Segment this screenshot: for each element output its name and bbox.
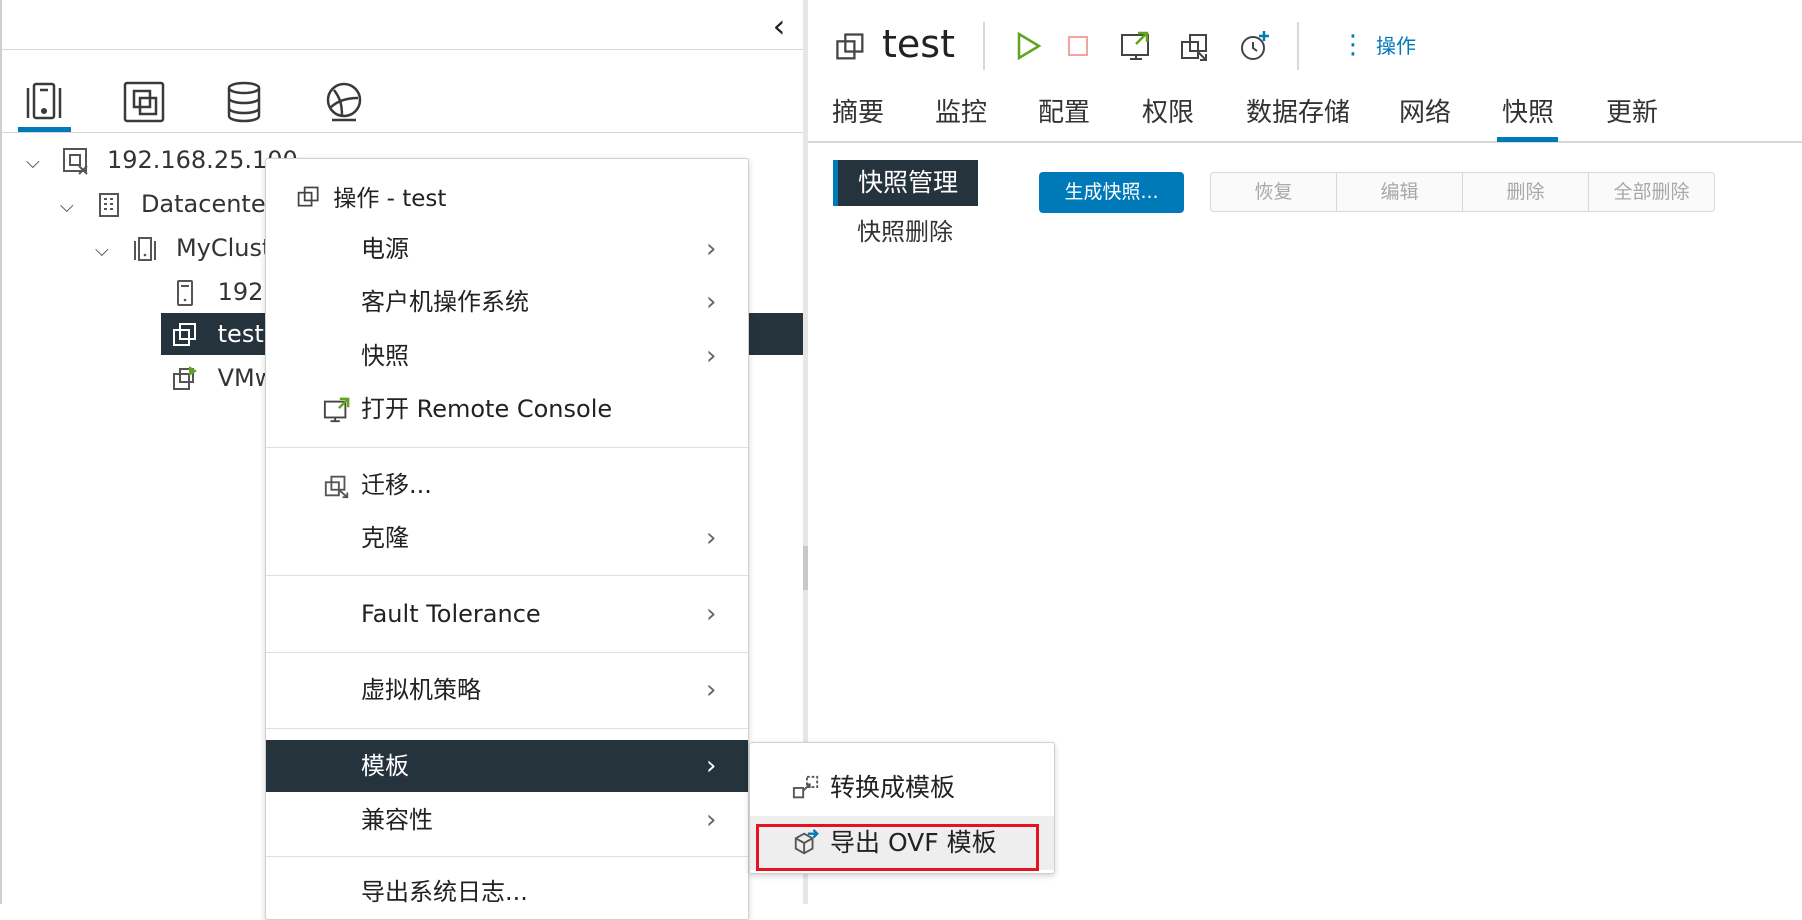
chevron-down-icon[interactable]: ⌵ bbox=[95, 240, 109, 261]
menu-item-label: 模板 bbox=[361, 752, 409, 780]
host-icon bbox=[177, 280, 193, 306]
context-menu: 操作 - test 电源 › 客户机操作系统 › 快照 › 打开 Remote … bbox=[265, 158, 749, 920]
vcenter-icon bbox=[63, 148, 89, 175]
active-tab-indicator bbox=[1497, 137, 1558, 142]
tab-datastores[interactable]: 数据存储 bbox=[1246, 92, 1350, 142]
cluster-icon bbox=[134, 237, 157, 261]
tab-snapshots[interactable]: 快照 bbox=[1502, 92, 1554, 142]
delete-button[interactable]: 删除 bbox=[1463, 173, 1589, 211]
remote-console-icon bbox=[323, 397, 350, 423]
menu-item-label: 虚拟机策略 bbox=[361, 676, 481, 704]
menu-item-label: 电源 bbox=[361, 235, 409, 263]
menu-item-label: Fault Tolerance bbox=[361, 600, 541, 628]
migrate-icon[interactable] bbox=[1178, 28, 1214, 64]
menu-item-snapshots[interactable]: 快照 › bbox=[266, 330, 748, 382]
menu-item-clone[interactable]: 克隆 › bbox=[266, 512, 748, 564]
tab-permissions[interactable]: 权限 bbox=[1142, 92, 1194, 142]
power-off-icon[interactable] bbox=[1060, 28, 1096, 64]
vm-running-icon bbox=[173, 366, 197, 390]
chevron-right-icon: › bbox=[706, 523, 717, 553]
tab-monitor[interactable]: 监控 bbox=[935, 92, 987, 142]
chevron-right-icon: › bbox=[706, 805, 717, 835]
menu-item-label: 导出系统日志... bbox=[361, 878, 528, 904]
delete-all-button[interactable]: 全部删除 bbox=[1589, 173, 1714, 211]
tab-updates[interactable]: 更新 bbox=[1606, 92, 1658, 142]
menu-separator bbox=[266, 652, 748, 653]
tree-node-vm-vmw[interactable]: VMw bbox=[170, 358, 274, 398]
menu-item-remote-console[interactable]: 打开 Remote Console bbox=[266, 383, 748, 435]
menu-item-template[interactable]: 模板 › bbox=[266, 740, 748, 792]
vm-icon bbox=[173, 323, 196, 346]
sidebar-top-divider bbox=[2, 49, 803, 50]
chevron-right-icon: › bbox=[706, 234, 717, 264]
submenu-item-label: 转换成模板 bbox=[830, 773, 956, 802]
context-menu-title: 操作 - test bbox=[333, 186, 447, 212]
menu-item-label: 兼容性 bbox=[361, 806, 433, 834]
menu-separator bbox=[266, 575, 748, 576]
chevron-right-icon: › bbox=[706, 341, 717, 371]
menu-item-vm-policies[interactable]: 虚拟机策略 › bbox=[266, 664, 748, 716]
toolbar-separator bbox=[983, 22, 985, 70]
tree-label: test bbox=[217, 320, 264, 348]
chevron-right-icon: › bbox=[706, 751, 717, 781]
menu-item-power[interactable]: 电源 › bbox=[266, 223, 748, 275]
chevron-down-icon[interactable]: ⌵ bbox=[26, 152, 40, 173]
tree-node-datacenter[interactable]: ⌵ Datacenter bbox=[60, 184, 275, 224]
splitter-handle[interactable] bbox=[803, 546, 808, 590]
vm-icon bbox=[297, 186, 319, 207]
menu-item-label: 快照 bbox=[361, 342, 409, 370]
highlight-annotation-box bbox=[756, 824, 1039, 871]
context-menu-header: 操作 - test bbox=[296, 179, 446, 213]
snapshot-deletion-nav[interactable]: 快照删除 bbox=[857, 212, 953, 247]
tree-node-vm-test[interactable]: test bbox=[170, 314, 264, 354]
tab-networks[interactable]: 网络 bbox=[1399, 92, 1451, 142]
network-icon[interactable] bbox=[320, 78, 368, 126]
snapshot-management-nav[interactable]: 快照管理 bbox=[833, 160, 978, 206]
tab-summary[interactable]: 摘要 bbox=[832, 92, 884, 142]
menu-item-label: 克隆 bbox=[361, 524, 409, 552]
menu-item-label: 迁移... bbox=[361, 471, 432, 499]
menu-item-guest-os[interactable]: 客户机操作系统 › bbox=[266, 276, 748, 328]
take-snapshot-icon[interactable] bbox=[1237, 28, 1273, 64]
hosts-clusters-icon[interactable] bbox=[20, 78, 68, 126]
menu-item-fault-tolerance[interactable]: Fault Tolerance › bbox=[266, 588, 748, 640]
snapshot-button-group: 恢复 编辑 删除 全部删除 bbox=[1210, 172, 1715, 212]
storage-icon[interactable] bbox=[220, 78, 268, 126]
tabs-divider bbox=[808, 141, 1802, 143]
chevron-down-icon[interactable]: ⌵ bbox=[60, 196, 74, 217]
tab-configure[interactable]: 配置 bbox=[1038, 92, 1090, 142]
convert-template-icon bbox=[792, 775, 819, 799]
vm-header-icon bbox=[834, 30, 868, 64]
vms-templates-icon[interactable] bbox=[120, 78, 168, 126]
chevron-right-icon: › bbox=[706, 287, 717, 317]
collapse-sidebar-icon[interactable]: ‹ bbox=[764, 8, 794, 44]
tree-node-vcenter[interactable]: ⌵ 192.168.25.100 bbox=[26, 140, 298, 180]
menu-item-migrate[interactable]: 迁移... bbox=[266, 459, 748, 511]
menu-separator bbox=[266, 728, 748, 729]
menu-separator bbox=[266, 447, 748, 448]
toolbar-separator bbox=[1297, 22, 1299, 70]
menu-item-compatibility[interactable]: 兼容性 › bbox=[266, 794, 748, 846]
chevron-right-icon: › bbox=[706, 599, 717, 629]
take-snapshot-button[interactable]: 生成快照... bbox=[1039, 172, 1184, 213]
vm-title: test bbox=[882, 22, 955, 66]
actions-menu-button[interactable]: 操作 bbox=[1376, 30, 1416, 59]
tree-label: Datacenter bbox=[140, 190, 276, 218]
datacenter-icon bbox=[99, 193, 120, 217]
menu-separator bbox=[266, 856, 748, 857]
more-actions-icon[interactable]: ⋮ bbox=[1340, 30, 1366, 60]
revert-button[interactable]: 恢复 bbox=[1211, 173, 1337, 211]
menu-item-export-logs[interactable]: 导出系统日志... bbox=[266, 866, 748, 904]
menu-item-label: 客户机操作系统 bbox=[361, 288, 529, 316]
sidebar-tabs-divider bbox=[2, 132, 803, 133]
launch-console-icon[interactable] bbox=[1118, 28, 1154, 64]
submenu-item-convert-to-template[interactable]: 转换成模板 bbox=[750, 761, 1054, 815]
migrate-icon bbox=[324, 475, 349, 499]
chevron-right-icon: › bbox=[706, 675, 717, 705]
edit-button[interactable]: 编辑 bbox=[1337, 173, 1463, 211]
menu-item-label: 打开 Remote Console bbox=[361, 395, 613, 423]
power-on-icon[interactable] bbox=[1010, 28, 1046, 64]
